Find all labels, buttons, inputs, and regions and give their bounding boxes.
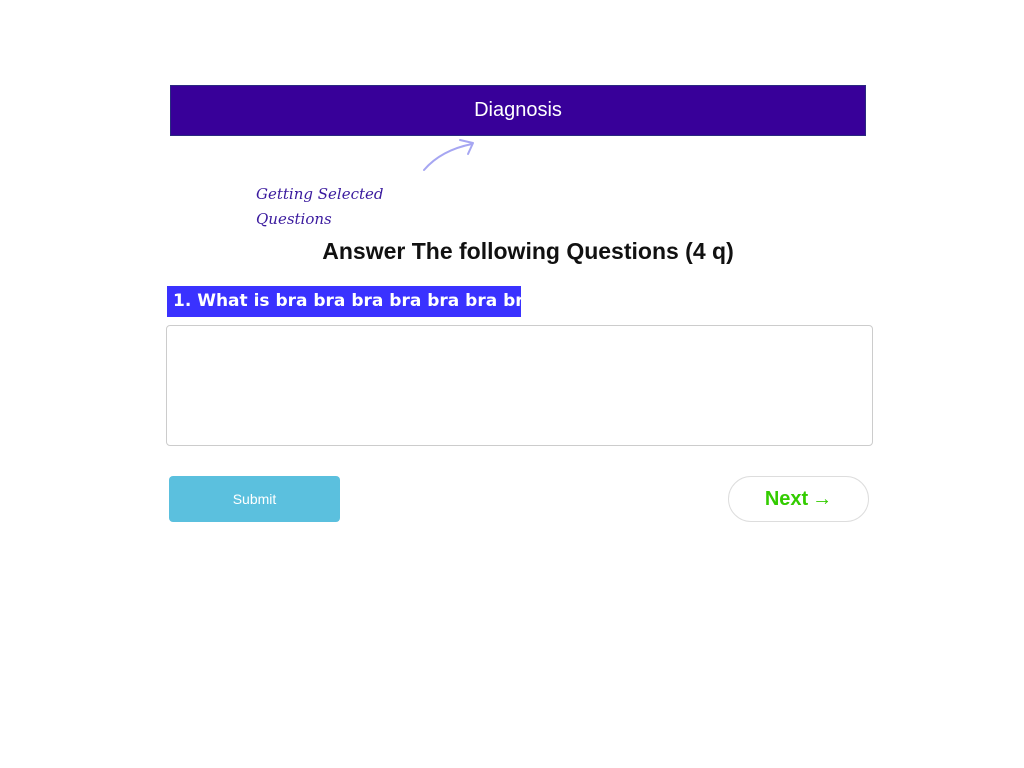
arrow-right-icon: →: [812, 487, 833, 510]
page-title: Diagnosis: [474, 99, 562, 121]
question-label: 1. What is bra bra bra bra bra bra bra?: [167, 286, 521, 317]
next-button[interactable]: Next →: [728, 476, 869, 522]
page: Diagnosis Getting Selected Questions Ans…: [0, 0, 1024, 768]
header-bar: Diagnosis: [170, 85, 866, 136]
handwritten-annotation: Getting Selected Questions: [256, 182, 396, 232]
submit-button[interactable]: Submit: [169, 476, 340, 522]
answer-textarea[interactable]: [166, 325, 873, 446]
annotation-line-2: Questions: [256, 210, 332, 228]
next-button-label: Next: [764, 487, 809, 510]
questions-heading: Answer The following Questions (4 q): [322, 238, 734, 264]
curved-arrow-icon: [423, 139, 474, 171]
annotation-line-1: Getting Selected: [256, 185, 384, 203]
